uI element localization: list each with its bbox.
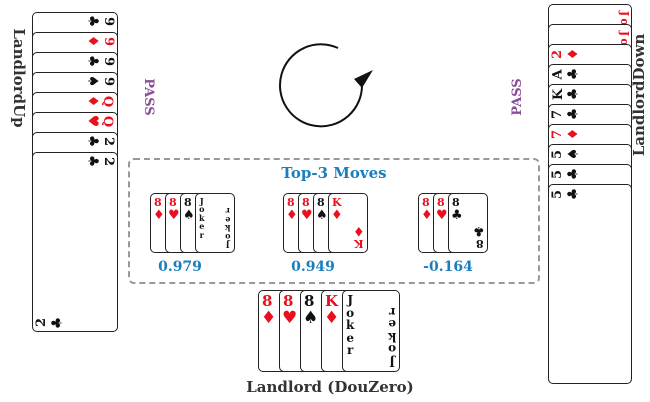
card-suit: ♦ [324, 308, 340, 328]
card-suit: ♣ [84, 154, 101, 168]
card-suit: ♥ [168, 208, 180, 223]
player-name-down: LandlordDown [630, 33, 648, 157]
card-rank: 8 [476, 237, 484, 250]
card-rank: 8 [154, 196, 162, 209]
card-rank: 8 [287, 196, 295, 209]
move-score: 0.949 [291, 259, 335, 275]
card-suit: ♣ [565, 187, 582, 201]
card-rank: Joker [387, 304, 396, 369]
card-suit: ♦ [565, 127, 582, 141]
card-rank: 5 [550, 169, 566, 180]
card-suit: ♣ [565, 167, 582, 181]
card-suit: ♣ [84, 54, 101, 68]
pass-status-down: PASS [510, 78, 525, 116]
card-rank: K [325, 292, 339, 310]
card-rank: 9 [100, 56, 116, 67]
card-rank: 8 [437, 196, 445, 209]
card-suit: ♠ [183, 208, 195, 223]
playing-card: 5 ♣ [548, 184, 632, 384]
card-suit: ♦ [286, 208, 298, 223]
card-rank: 8 [283, 292, 294, 310]
card-suit: ♣ [565, 67, 582, 81]
move-score: 0.979 [158, 259, 202, 275]
player-name-landlord: Landlord (DouZero) [246, 378, 414, 396]
card-suit: ♦ [565, 47, 582, 61]
card-suit: ♣ [565, 87, 582, 101]
card-suit: ♠ [565, 147, 582, 161]
card-suit: ♠ [316, 208, 328, 223]
card-suit: ♦ [331, 208, 343, 223]
top-moves-title: Top-3 Moves [281, 164, 387, 182]
card-rank: 2 [100, 156, 116, 167]
card-suit: ♦ [84, 34, 101, 48]
card-rank: 8 [262, 292, 273, 310]
card-rank: 8 [304, 292, 315, 310]
pass-status-up: PASS [141, 78, 156, 116]
card-rank: Joker [199, 196, 205, 240]
card-rank: 9 [100, 16, 116, 27]
playing-card: K ♦ K ♦ [328, 193, 368, 253]
card-rank: 2 [100, 136, 116, 147]
card-rank: 2 [34, 317, 50, 328]
card-rank: 2 [550, 49, 566, 60]
card-rank: 5 [550, 189, 566, 200]
card-rank: 8 [184, 196, 192, 209]
card-suit: ♣ [84, 134, 101, 148]
card-suit: ♦ [84, 94, 101, 108]
card-suit: ♣ [473, 223, 485, 238]
card-rank: 8 [422, 196, 430, 209]
card-rank: 8 [452, 196, 460, 209]
card-suit: ♠ [84, 74, 101, 88]
card-rank: 9 [100, 76, 116, 87]
card-suit: ♠ [303, 308, 319, 328]
card-suit: ♥ [436, 208, 448, 223]
card-rank: 8 [317, 196, 325, 209]
card-suit: ♦ [421, 208, 433, 223]
card-suit: ♣ [49, 316, 66, 330]
card-rank: 8 [169, 196, 177, 209]
card-rank: Q [99, 95, 115, 108]
move-score: -0.164 [423, 259, 473, 275]
card-rank: 7 [550, 109, 566, 120]
card-rank: Joker [346, 293, 355, 358]
card-rank: Q [99, 115, 115, 128]
card-suit: ♣ [565, 107, 582, 121]
card-rank: 9 [100, 36, 116, 47]
card-rank: 7 [550, 129, 566, 140]
card-suit: ♦ [261, 308, 277, 328]
card-rank: K [354, 237, 364, 250]
card-suit: ♦ [153, 208, 165, 223]
card-suit: ♣ [451, 208, 463, 223]
card-rank: K [551, 88, 567, 101]
playing-card: 8 ♣ 8 ♣ [448, 193, 488, 253]
player-name-up: LandlordUp [10, 28, 28, 128]
playing-card: Joker Joker [195, 193, 235, 253]
playing-card: 2 ♣ 2 ♣ [32, 152, 118, 332]
card-rank: Joker [225, 206, 231, 250]
card-suit: ♣ [84, 14, 101, 28]
card-rank: 5 [550, 149, 566, 160]
card-suit: ♥ [84, 114, 101, 128]
card-rank: 8 [302, 196, 310, 209]
playing-card: Joker Joker [342, 290, 400, 372]
card-rank: K [332, 196, 342, 209]
card-suit: ♦ [353, 223, 365, 238]
clockwise-arrow-icon [279, 43, 373, 128]
card-suit: ♥ [282, 308, 298, 328]
card-suit: ♥ [301, 208, 313, 223]
card-rank: A [550, 69, 566, 80]
